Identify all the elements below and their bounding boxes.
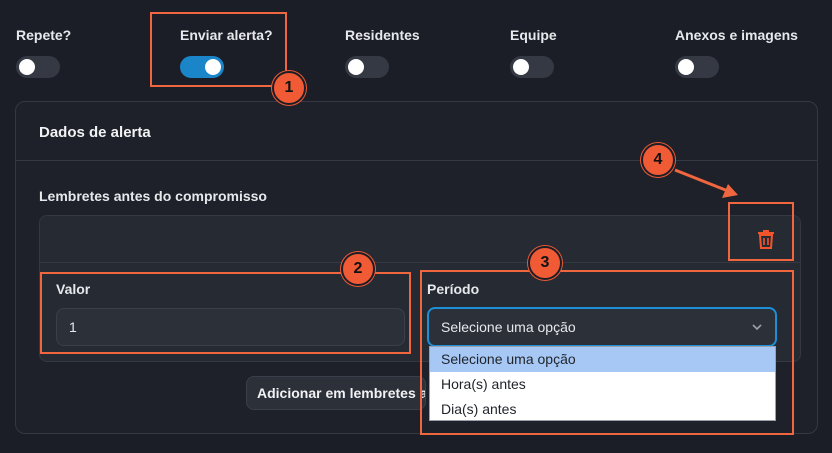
annotation-badge-1: 1	[272, 71, 306, 105]
highlight-box-3	[420, 270, 794, 435]
toggle-attachments-label: Anexos e imagens	[675, 27, 798, 43]
annotation-badge-3: 3	[528, 246, 562, 280]
toggle-residents: Residentes	[345, 27, 420, 78]
toggle-attachments: Anexos e imagens	[675, 27, 798, 78]
card-title: Dados de alerta	[39, 124, 151, 141]
toggles-row: Repete? Enviar alerta? Residentes Equipe…	[0, 0, 832, 100]
toggle-team: Equipe	[510, 27, 557, 78]
toggle-residents-switch[interactable]	[345, 56, 389, 78]
toggle-repeat: Repete?	[16, 27, 72, 78]
switch-knob	[348, 59, 364, 75]
toggle-residents-label: Residentes	[345, 27, 420, 43]
repeater-item-header	[40, 216, 800, 263]
toggle-repeat-label: Repete?	[16, 27, 72, 43]
annotation-badge-4: 4	[641, 143, 675, 177]
highlight-box-4	[728, 202, 794, 261]
annotation-badge-2: 2	[341, 252, 375, 286]
highlight-box-1	[150, 12, 287, 87]
toggle-team-label: Equipe	[510, 27, 557, 43]
toggle-team-switch[interactable]	[510, 56, 554, 78]
switch-knob	[19, 59, 35, 75]
toggle-repeat-switch[interactable]	[16, 56, 60, 78]
toggle-attachments-switch[interactable]	[675, 56, 719, 78]
switch-knob	[678, 59, 694, 75]
add-reminder-button[interactable]: Adicionar em lembretes antes do compromi…	[246, 376, 426, 410]
reminders-label: Lembretes antes do compromisso	[39, 188, 267, 204]
card-divider	[16, 160, 817, 161]
switch-knob	[513, 59, 529, 75]
